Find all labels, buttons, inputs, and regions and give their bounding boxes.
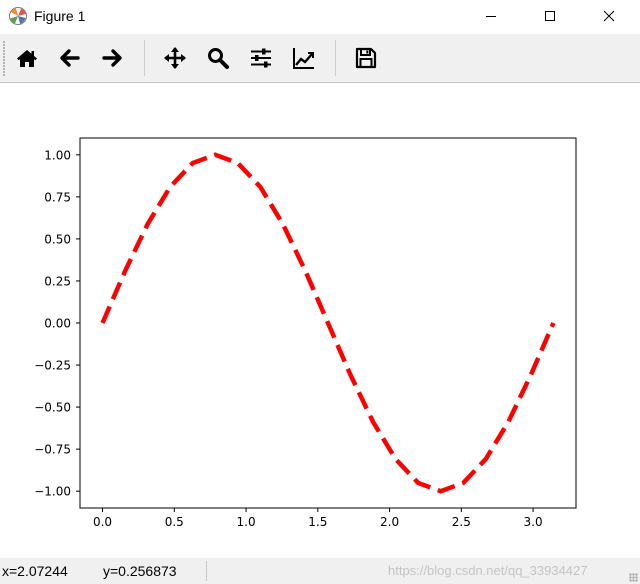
magnifier-icon <box>208 48 229 69</box>
status-bar: x=2.07244 y=0.256873 https://blog.csdn.n… <box>0 558 640 584</box>
status-separator <box>206 561 207 581</box>
figure-canvas[interactable]: 0.0 0.5 1.0 1.5 2.0 2.5 3.0 1.00 0.75 0.50 0.25 0.0… <box>0 83 640 558</box>
minimize-icon <box>486 16 496 17</box>
edit-axes-button[interactable] <box>289 43 319 73</box>
arrow-left-icon <box>60 49 80 67</box>
floppy-disk-icon <box>355 47 377 69</box>
y-tick-label: 0.50 <box>44 232 71 246</box>
y-tick-label: 0.75 <box>44 190 71 204</box>
y-tick-label: −0.75 <box>34 443 71 457</box>
x-tick-label: 1.5 <box>308 515 327 529</box>
toolbar-grip[interactable] <box>3 40 5 76</box>
y-tick-label: −0.25 <box>34 359 71 373</box>
x-coordinate-readout: x=2.07244 <box>2 563 68 579</box>
forward-button[interactable] <box>97 43 127 73</box>
plot-svg: 0.0 0.5 1.0 1.5 2.0 2.5 3.0 1.00 0.75 0.50 0.25 0.0… <box>34 137 577 529</box>
line-chart-icon <box>293 48 314 69</box>
sliders-icon <box>251 48 271 68</box>
navigation-toolbar <box>0 34 640 83</box>
back-button[interactable] <box>55 43 85 73</box>
minimize-button[interactable] <box>468 0 514 32</box>
close-icon <box>603 10 615 22</box>
y-tick-label: 1.00 <box>44 148 71 162</box>
zoom-button[interactable] <box>203 43 233 73</box>
series-line <box>100 152 556 494</box>
move-icon <box>164 47 186 69</box>
toolbar-separator <box>144 40 145 76</box>
matplotlib-logo-icon <box>9 7 27 25</box>
x-tick-label: 2.5 <box>452 515 471 529</box>
title-bar: Figure 1 <box>0 0 640 34</box>
x-tick-label: 0.0 <box>93 515 112 529</box>
pan-button[interactable] <box>160 43 190 73</box>
y-tick-label: 0.00 <box>44 317 71 331</box>
save-button[interactable] <box>351 43 381 73</box>
home-icon <box>17 50 37 67</box>
x-tick-label: 2.0 <box>380 515 399 529</box>
arrow-right-icon <box>102 49 122 67</box>
x-tick-label: 3.0 <box>524 515 543 529</box>
watermark-text: https://blog.csdn.net/qq_33934427 <box>388 563 588 578</box>
y-coordinate-readout: y=0.256873 <box>103 563 177 579</box>
close-button[interactable] <box>586 0 632 32</box>
y-tick-label: 0.25 <box>44 274 71 288</box>
y-tick-label: −1.00 <box>34 485 71 499</box>
window-title: Figure 1 <box>34 8 86 24</box>
maximize-icon <box>545 11 555 21</box>
x-tick-label: 1.0 <box>237 515 256 529</box>
home-button[interactable] <box>12 43 42 73</box>
subplots-button[interactable] <box>246 43 276 73</box>
maximize-button[interactable] <box>527 0 573 32</box>
resize-grip-icon[interactable] <box>629 573 638 582</box>
toolbar-separator <box>335 40 336 76</box>
y-tick-label: −0.50 <box>34 401 71 415</box>
x-tick-label: 0.5 <box>165 515 184 529</box>
